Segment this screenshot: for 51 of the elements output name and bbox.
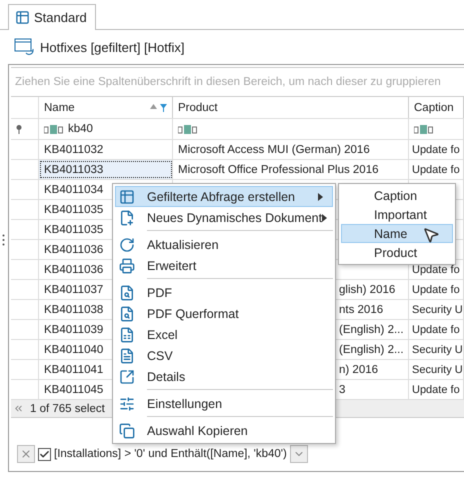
column-header[interactable]: Caption — [409, 97, 464, 118]
table-cell: Update fo — [409, 160, 464, 179]
text-filter-icon — [178, 124, 198, 134]
table-cell: Security U — [409, 360, 464, 379]
copy-icon — [119, 422, 135, 438]
table-cell: Microsoft Office Professional Plus 2016 — [173, 160, 409, 179]
filter-cell[interactable]: kb40 — [39, 119, 173, 139]
table-cell: Microsoft Access MUI (German) 2016 — [173, 140, 409, 159]
table-cell: Update fo — [409, 280, 464, 299]
refresh-icon — [119, 236, 135, 252]
first-page-icon[interactable] — [13, 403, 24, 414]
tab[interactable]: Standard — [8, 4, 96, 30]
printer-icon — [119, 258, 135, 274]
table-cell: KB4011032 — [39, 140, 173, 159]
document-search-icon — [119, 284, 135, 300]
table-cell: KB4011033 — [39, 160, 173, 179]
menu-item[interactable]: Gefilterte Abfrage erstellen — [115, 186, 333, 207]
table-cell: Security U — [409, 300, 464, 319]
table-cell: Update fo — [409, 380, 464, 399]
external-link-icon — [119, 368, 135, 384]
close-icon — [20, 448, 32, 460]
table-cell: Update fo — [409, 320, 464, 339]
document-search-icon — [119, 306, 135, 322]
splitter-grip-icon[interactable] — [2, 234, 5, 246]
menu-item[interactable]: Name — [341, 224, 453, 243]
menu-item[interactable]: Important — [341, 205, 453, 224]
document-icon — [119, 348, 135, 364]
filter-icon[interactable] — [160, 104, 167, 112]
dropdown-button[interactable] — [290, 445, 308, 463]
menu-item[interactable]: Auswahl Kopieren — [115, 420, 333, 441]
view-title: Hotfixes [gefiltert] [Hotfix] — [40, 40, 184, 54]
mouse-cursor-icon — [422, 226, 440, 244]
table-cell: Security U — [409, 340, 464, 359]
window-refresh-icon — [14, 38, 36, 56]
tab-label: Standard — [34, 10, 87, 25]
table-cell: Update fo — [409, 140, 464, 159]
selection-count: 1 of 765 select — [30, 402, 105, 414]
text-filter-icon — [44, 124, 64, 134]
pin-icon — [16, 124, 22, 134]
table-icon — [15, 10, 30, 25]
menu-item[interactable]: Caption — [341, 186, 453, 205]
column-header[interactable]: Name — [39, 97, 173, 118]
document-add-icon — [119, 210, 135, 226]
table-add-icon — [119, 188, 135, 204]
column-header[interactable]: Product — [173, 97, 409, 118]
spreadsheet-icon — [119, 326, 135, 342]
sliders-icon — [119, 396, 135, 412]
menu-item[interactable]: Product — [341, 243, 453, 262]
text-filter-icon — [414, 124, 434, 134]
filter-checkbox[interactable] — [38, 448, 51, 460]
filter-expression[interactable]: [Installations] > '0' und Enthält([Name], 'kb40') — [54, 448, 287, 460]
